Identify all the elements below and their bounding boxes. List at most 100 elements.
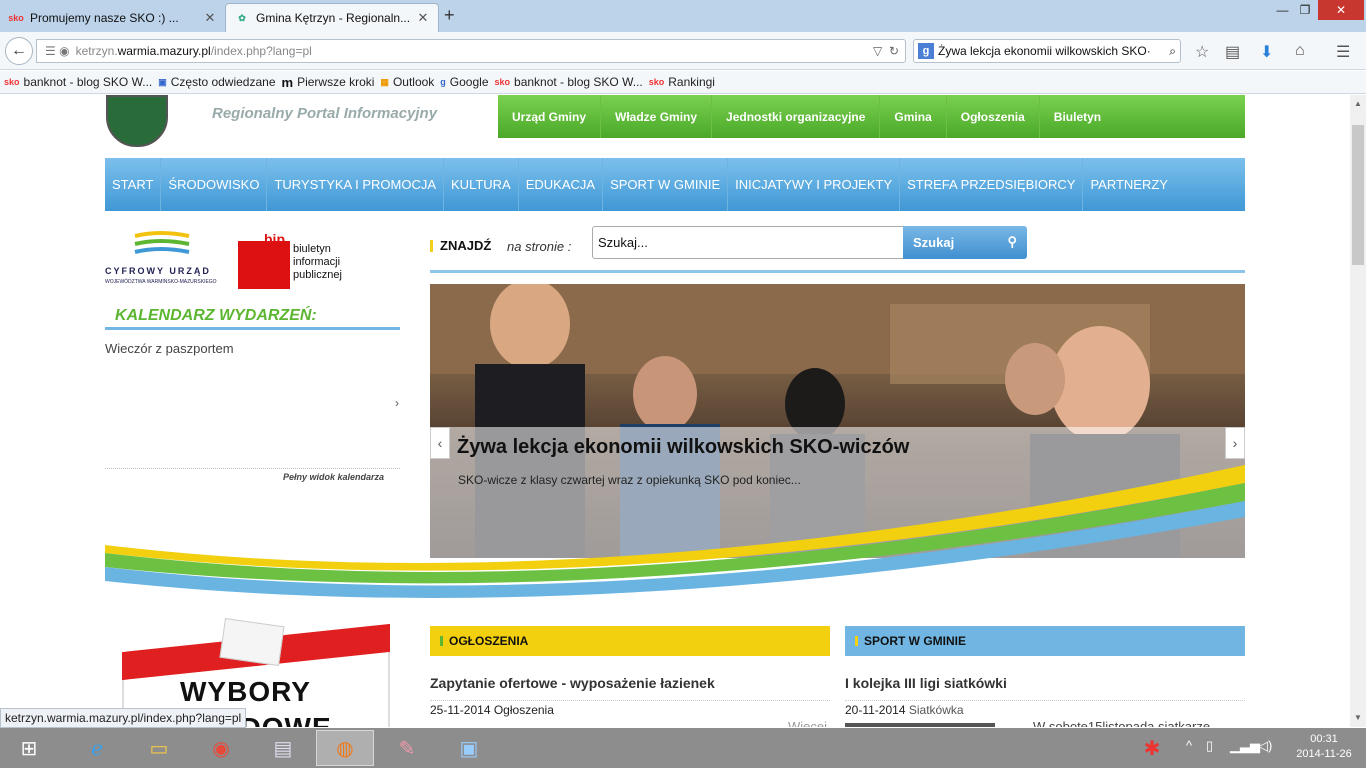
top-menu-item[interactable]: Władze Gminy bbox=[601, 95, 713, 138]
cyfrowy-subtitle: WOJEWÓDZTWA WARMIŃSKO-MAZURSKIEGO bbox=[105, 279, 217, 285]
main-menu: START ŚRODOWISKO TURYSTYKA I PROMOCJA KU… bbox=[105, 158, 1245, 211]
bookmark-item[interactable]: sko banknot - blog SKO W... bbox=[495, 75, 643, 89]
search-engine-box[interactable]: g Żywa lekcja ekonomii wilkowskich SKO· … bbox=[913, 39, 1181, 63]
sport-header: SPORT W GMINIE bbox=[845, 626, 1245, 656]
home-icon[interactable]: ⌂ bbox=[1295, 42, 1305, 60]
photo-viewer-icon[interactable]: ▣ bbox=[440, 730, 498, 766]
star-icon[interactable]: ☆ bbox=[1195, 42, 1209, 62]
calendar-heading: KALENDARZ WYDARZEŃ: bbox=[115, 307, 317, 324]
page-content: Regionalny Portal Informacyjny Urząd Gmi… bbox=[0, 95, 1350, 727]
tab-gmina[interactable]: ✿ Gmina Kętrzyn - Regionaln... ✕ bbox=[225, 3, 439, 32]
bookmark-label: Rankingi bbox=[668, 75, 715, 89]
bip-text-line: informacji bbox=[293, 256, 341, 268]
top-menu-item[interactable]: Jednostki organizacyjne bbox=[712, 95, 881, 138]
main-menu-item[interactable]: EDUKACJA bbox=[519, 158, 604, 211]
bookmark-item[interactable]: sko banknot - blog SKO W... bbox=[4, 75, 152, 89]
top-menu-item[interactable]: Biuletyn bbox=[1040, 95, 1115, 138]
cyfrowy-urzad-logo[interactable]: CYFROWY URZĄD WOJEWÓDZTWA WARMIŃSKO-MAZU… bbox=[105, 230, 217, 295]
bookmark-label: Google bbox=[449, 75, 489, 89]
menu-icon[interactable]: ☰ bbox=[1336, 42, 1350, 62]
sport-article-thumbnail[interactable] bbox=[845, 723, 995, 727]
article-category[interactable]: Siatkówka bbox=[909, 703, 964, 717]
google-icon: g bbox=[440, 77, 446, 87]
close-tab-icon[interactable]: ✕ bbox=[416, 10, 430, 26]
site-search-input[interactable]: Szukaj... bbox=[592, 226, 904, 259]
main-menu-item[interactable]: SPORT W GMINIE bbox=[603, 158, 729, 211]
search-value: Żywa lekcja ekonomii wilkowskich SKO· bbox=[938, 44, 1151, 58]
bip-logo-text: bip bbox=[264, 231, 285, 247]
paint-icon[interactable]: ✎ bbox=[378, 730, 436, 766]
arrow-left-icon: ← bbox=[11, 42, 27, 59]
article-category[interactable]: Ogłoszenia bbox=[494, 703, 554, 717]
sko-icon: sko bbox=[648, 77, 665, 87]
taskbar-clock[interactable]: 00:31 2014-11-26 bbox=[1286, 732, 1362, 762]
search-button-label: Szukaj bbox=[913, 235, 955, 250]
bookmark-item[interactable]: ▦ Outlook bbox=[380, 75, 434, 89]
word-document-icon[interactable]: ▤ bbox=[254, 730, 312, 766]
url-prefix: ketrzyn. bbox=[75, 44, 118, 58]
ogloszenia-header: OGŁOSZENIA bbox=[430, 626, 830, 656]
globe-icon: ☰ ◉ bbox=[45, 44, 70, 58]
new-tab-button[interactable]: + bbox=[444, 5, 455, 26]
tab-sko[interactable]: sko Promujemy nasze SKO :) ... ✕ bbox=[0, 3, 225, 32]
calendar-next-icon[interactable]: › bbox=[395, 396, 399, 410]
notification-app-icon[interactable]: ✱ bbox=[1130, 730, 1174, 766]
bookmark-item[interactable]: sko Rankingi bbox=[649, 75, 715, 89]
main-menu-item[interactable]: STREFA PRZEDSIĘBIORCY bbox=[900, 158, 1084, 211]
decorative-waves bbox=[105, 465, 1245, 598]
url-path: /index.php?lang=pl bbox=[210, 44, 312, 58]
chrome-icon[interactable]: ◉ bbox=[192, 730, 250, 766]
more-link[interactable]: Więcej bbox=[788, 719, 827, 727]
main-menu-item[interactable]: ŚRODOWISKO bbox=[161, 158, 268, 211]
main-menu-item[interactable]: INICJATYWY I PROJEKTY bbox=[728, 158, 901, 211]
search-icon[interactable]: ⌕ bbox=[1169, 44, 1180, 59]
battery-icon[interactable]: ▯ bbox=[1206, 738, 1213, 754]
coat-of-arms-logo[interactable] bbox=[106, 95, 168, 147]
navigation-bar: ← ☰ ◉ ketrzyn. warmia.mazury.pl/index.php… bbox=[0, 32, 1366, 70]
bookmark-item[interactable]: ▣ Często odwiedzane bbox=[158, 75, 275, 89]
bookmark-label: Pierwsze kroki bbox=[297, 75, 375, 89]
url-domain: warmia.mazury.pl bbox=[117, 44, 211, 58]
minimize-icon[interactable]: — bbox=[1270, 0, 1295, 20]
restore-icon[interactable]: ❐ bbox=[1295, 0, 1315, 20]
windows-start-icon[interactable]: ⊞ bbox=[0, 730, 58, 766]
top-menu-item[interactable]: Gmina bbox=[880, 95, 947, 138]
main-menu-item[interactable]: KULTURA bbox=[444, 158, 519, 211]
ogloszenia-article-title[interactable]: Zapytanie ofertowe - wyposażenie łaziene… bbox=[430, 675, 715, 691]
tab-label: Promujemy nasze SKO :) ... bbox=[30, 10, 179, 25]
tray-expand-icon[interactable]: ^ bbox=[1186, 738, 1192, 753]
main-menu-item[interactable]: TURYSTYKA I PROMOCJA bbox=[267, 158, 445, 211]
volume-icon[interactable]: ◁) bbox=[1258, 738, 1272, 754]
scroll-up-icon[interactable]: ▲ bbox=[1354, 99, 1362, 108]
page-scrollbar[interactable]: ▲ ▼ bbox=[1350, 95, 1366, 727]
calendar-event[interactable]: Wieczór z paszportem bbox=[105, 341, 234, 356]
bip-logo[interactable]: bip biuletyn informacji publicznej bbox=[238, 231, 358, 293]
marker-bar bbox=[430, 239, 433, 252]
gmina-favicon-icon: ✿ bbox=[238, 12, 246, 23]
scrollbar-thumb[interactable] bbox=[1352, 125, 1364, 265]
firefox-icon[interactable]: ◍ bbox=[316, 730, 374, 766]
download-icon[interactable]: ⬇ bbox=[1260, 42, 1273, 62]
reload-icon[interactable]: ▽ ↻ bbox=[873, 44, 899, 58]
bookmark-item[interactable]: m Pierwsze kroki bbox=[282, 75, 375, 90]
tab-bar: sko Promujemy nasze SKO :) ... ✕ ✿ Gmina… bbox=[0, 0, 1366, 32]
top-menu-item[interactable]: Ogłoszenia bbox=[947, 95, 1040, 138]
internet-explorer-icon[interactable]: ℯ bbox=[68, 730, 126, 766]
back-button[interactable]: ← bbox=[5, 37, 33, 65]
close-window-icon[interactable]: ✕ bbox=[1318, 0, 1364, 20]
section-title: OGŁOSZENIA bbox=[449, 634, 529, 648]
ballot-paper-icon bbox=[219, 618, 285, 666]
bookmark-item[interactable]: g Google bbox=[440, 75, 488, 89]
address-bar[interactable]: ☰ ◉ ketrzyn. warmia.mazury.pl/index.php?l… bbox=[36, 39, 906, 63]
bookmarks-list-icon[interactable]: ▤ bbox=[1225, 42, 1240, 62]
bip-text-line: biuletyn bbox=[293, 243, 331, 255]
main-menu-item[interactable]: PARTNERZY bbox=[1083, 158, 1175, 211]
main-menu-item[interactable]: START bbox=[105, 158, 162, 211]
signal-icon[interactable]: ▁▃▅ bbox=[1230, 738, 1260, 754]
close-tab-icon[interactable]: ✕ bbox=[203, 10, 217, 26]
top-menu-item[interactable]: Urząd Gminy bbox=[498, 95, 602, 138]
site-search-button[interactable]: Szukaj ⚲ bbox=[903, 226, 1027, 259]
file-explorer-icon[interactable]: ▭ bbox=[130, 730, 188, 766]
sport-article-title[interactable]: I kolejka III ligi siatkówki bbox=[845, 675, 1007, 691]
scroll-down-icon[interactable]: ▼ bbox=[1354, 713, 1362, 722]
